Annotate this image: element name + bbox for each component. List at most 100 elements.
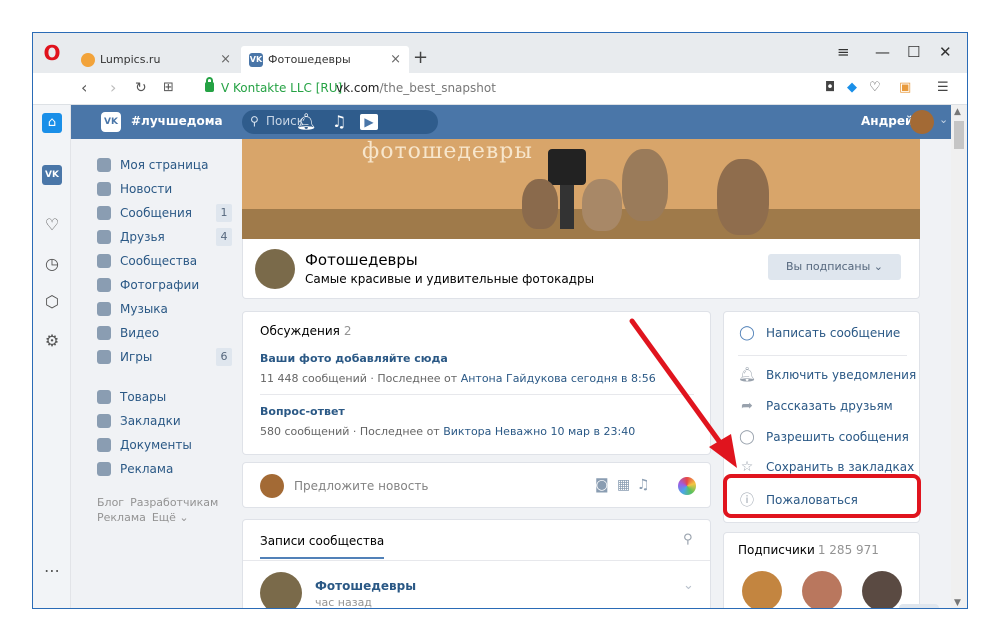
tab-close-icon[interactable]: ×	[220, 52, 231, 67]
sidebar-item-home[interactable]: Моя страница	[97, 153, 232, 177]
tab-community-posts[interactable]: Записи сообщества	[260, 534, 385, 559]
sidebar-item-games[interactable]: Игры 6	[97, 345, 232, 369]
vk-logo-icon[interactable]: VK	[101, 112, 121, 132]
share-button[interactable]: ➦ Рассказать друзьям	[738, 398, 893, 414]
settings-icon[interactable]: ⚙	[42, 331, 62, 351]
user-name[interactable]: Андрей	[861, 114, 913, 128]
friends-online-badge[interactable]: 1 👤︎	[899, 604, 939, 608]
new-tab-button[interactable]: +	[413, 47, 428, 68]
bookmark-heart-icon[interactable]: ♡	[869, 80, 881, 95]
subscribed-button[interactable]: Вы подписаны ⌄	[768, 254, 901, 280]
scroll-thumb[interactable]	[954, 121, 964, 149]
history-icon[interactable]: ◷	[42, 254, 62, 274]
discussion-topic[interactable]: Вопрос-ответ 580 сообщений · Последнее о…	[260, 405, 635, 438]
write-message-button[interactable]: ◯ Написать сообщение	[738, 325, 900, 341]
footer-link[interactable]: Реклама	[97, 511, 146, 524]
heart-icon[interactable]: ♡	[42, 215, 62, 235]
lock-icon	[205, 77, 214, 92]
subscribers-header[interactable]: Подписчики 1 285 971	[738, 543, 879, 557]
sidebar-item-video[interactable]: Видео	[97, 321, 232, 345]
snapshot-icon[interactable]: ◘	[825, 80, 835, 95]
vk-slogan[interactable]: #лучшедома	[131, 114, 223, 128]
extension-icon[interactable]: ▣	[899, 80, 911, 95]
video-attach-icon[interactable]: ▦	[617, 477, 630, 493]
vk-icon[interactable]: VK	[42, 165, 62, 185]
sidebar-item-star[interactable]: Закладки	[97, 409, 232, 433]
scroll-down-icon[interactable]: ▼	[954, 598, 961, 608]
sidebar-item-ads[interactable]: Реклама	[97, 457, 232, 481]
sidebar-item-photo[interactable]: Фотографии	[97, 273, 232, 297]
save-bookmark-button[interactable]: ☆ Сохранить в закладках	[738, 459, 915, 475]
allow-messages-button[interactable]: ◯ Разрешить сообщения	[738, 429, 909, 445]
home-icon[interactable]: ⌂	[42, 113, 62, 133]
group-header: Фотошедевры Самые красивые и удивительны…	[242, 239, 920, 299]
play-icon[interactable]: ▶	[360, 114, 378, 130]
notifications-bell-icon[interactable]: 🔔︎	[296, 112, 316, 132]
post-author-avatar[interactable]	[260, 572, 302, 608]
sidebar-item-news[interactable]: Новости	[97, 177, 232, 201]
sidebar-item-label: Моя страница	[120, 158, 209, 172]
search-icon[interactable]: ⚲	[683, 532, 693, 547]
sidebar-item-label: Реклама	[120, 462, 174, 476]
divider	[243, 560, 710, 561]
discussions-header[interactable]: Обсуждения 2	[260, 324, 352, 338]
browser-window: O Lumpics.ru × VK Фотошедевры × + ≡ — ☐ …	[32, 32, 968, 609]
sidebar-item-docs[interactable]: Документы	[97, 433, 232, 457]
url-field[interactable]: vk.com/the_best_snapshot	[336, 81, 496, 95]
opera-logo-icon[interactable]: O	[42, 43, 62, 63]
sidebar-item-messages[interactable]: Сообщения 1	[97, 201, 232, 225]
discussion-topic[interactable]: Ваши фото добавляйте сюда 11 448 сообщен…	[260, 352, 656, 385]
sidebar-item-friends[interactable]: Друзья 4	[97, 225, 232, 249]
footer-link[interactable]: Ещё ⌄	[152, 511, 189, 524]
music-attach-icon[interactable]: ♫	[637, 477, 650, 493]
topic-last-link[interactable]: 10 мар в 23:40	[551, 425, 636, 438]
chevron-down-icon[interactable]: ⌄	[939, 113, 948, 126]
subscriber-avatar[interactable]	[742, 571, 782, 608]
topic-title[interactable]: Вопрос-ответ	[260, 405, 635, 418]
maximize-icon[interactable]: ☐	[907, 43, 920, 61]
forward-icon[interactable]: ›	[110, 79, 116, 97]
topic-last-link[interactable]: сегодня в 8:56	[571, 372, 656, 385]
tab-lumpics[interactable]: Lumpics.ru ×	[73, 46, 239, 73]
user-avatar[interactable]	[910, 110, 934, 134]
subscriber-avatar[interactable]	[862, 571, 902, 608]
tab-photoshedevry[interactable]: VK Фотошедевры ×	[241, 46, 409, 73]
discussions-count: 2	[343, 324, 352, 338]
poster-color-icon[interactable]	[678, 477, 696, 495]
adblock-shield-icon[interactable]: ◆	[847, 80, 857, 95]
tab-menu-icon[interactable]: ≡	[837, 43, 850, 61]
action-label: Разрешить сообщения	[766, 430, 909, 444]
close-window-icon[interactable]: ✕	[939, 43, 952, 61]
footer-link[interactable]: Блог	[97, 496, 124, 509]
sidebar-item-groups[interactable]: Сообщества	[97, 249, 232, 273]
tab-close-icon[interactable]: ×	[390, 52, 401, 67]
chevron-down-icon[interactable]: ⌄	[683, 578, 694, 593]
sidebar-item-market[interactable]: Товары	[97, 385, 232, 409]
easy-setup-icon[interactable]: ☰	[937, 80, 949, 95]
post-author[interactable]: Фотошедевры	[315, 579, 416, 593]
topic-author-link[interactable]: Антона Гайдукова	[461, 372, 568, 385]
photo-attach-icon[interactable]: ◙	[595, 477, 609, 493]
music-note-icon[interactable]: ♫	[332, 112, 346, 132]
back-icon[interactable]: ‹	[81, 79, 87, 97]
enable-notifications-button[interactable]: 🔔︎ Включить уведомления	[738, 367, 916, 383]
box-icon[interactable]: ⬡	[42, 292, 62, 312]
footer-link[interactable]: Разработчикам	[130, 496, 218, 509]
reload-icon[interactable]: ↻	[135, 79, 147, 97]
topic-title[interactable]: Ваши фото добавляйте сюда	[260, 352, 656, 365]
suggest-news-input[interactable]: Предложите новость	[294, 479, 428, 493]
wall-block: Записи сообщества ⚲ Фотошедевры час наза…	[242, 519, 711, 608]
minimize-icon[interactable]: —	[875, 43, 890, 61]
games-icon	[97, 350, 111, 364]
group-avatar[interactable]	[255, 249, 295, 289]
more-icon[interactable]: ⋯	[42, 561, 62, 581]
scroll-up-icon[interactable]: ▲	[954, 107, 961, 117]
subscriber-avatar[interactable]	[802, 571, 842, 608]
post-time[interactable]: час назад	[315, 596, 372, 608]
page-scrollbar[interactable]: ▲ ▼	[951, 105, 967, 608]
speed-dial-icon[interactable]: ⊞	[163, 79, 174, 97]
topic-author-link[interactable]: Виктора Неважно	[443, 425, 547, 438]
friends-icon	[97, 230, 111, 244]
sidebar-item-music[interactable]: Музыка	[97, 297, 232, 321]
security-label[interactable]: V Kontakte LLC [RU]	[221, 81, 342, 95]
